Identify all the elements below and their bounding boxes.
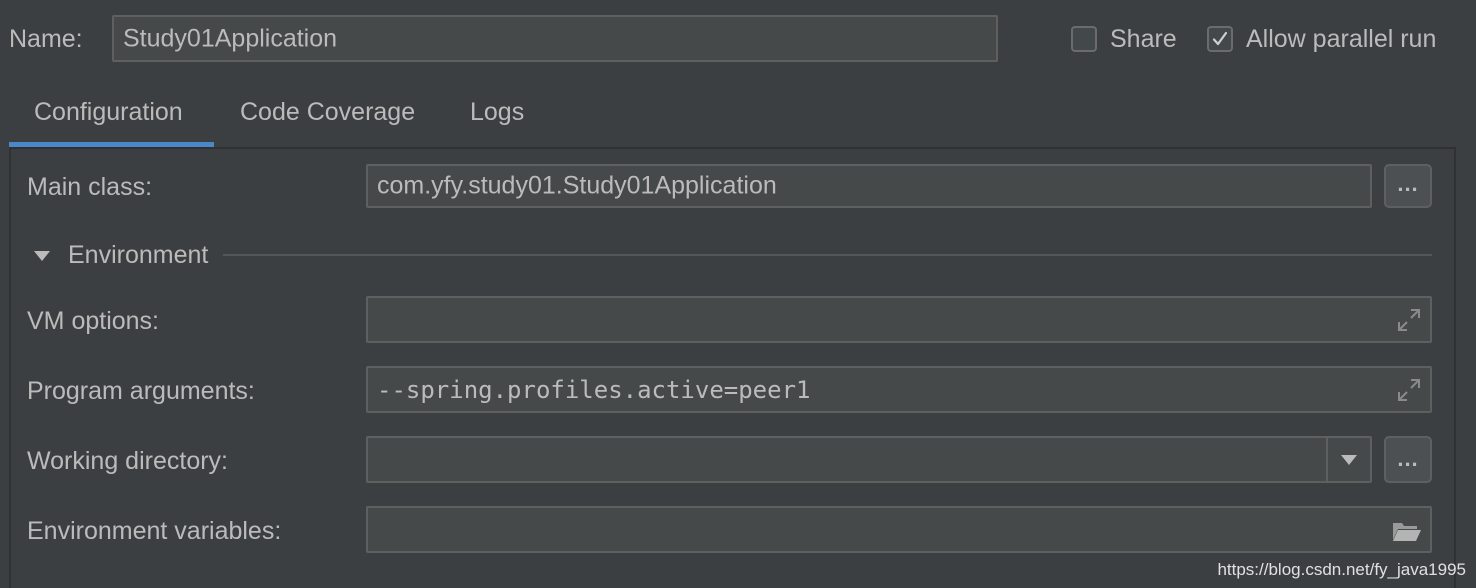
folder-icon[interactable] (1392, 520, 1422, 542)
program-arguments-label: Program arguments: (27, 377, 255, 405)
combobox-divider (1326, 438, 1328, 481)
tab-logs[interactable]: Logs (470, 98, 524, 127)
collapse-triangle-icon[interactable] (33, 250, 51, 262)
environment-section-title[interactable]: Environment (68, 241, 208, 270)
environment-variables-label: Environment variables: (27, 517, 282, 545)
expand-icon[interactable] (1395, 376, 1423, 404)
vm-options-input[interactable] (366, 296, 1432, 343)
checkmark-icon (1212, 31, 1228, 46)
share-checkbox[interactable] (1071, 26, 1097, 52)
allow-parallel-run-checkbox[interactable] (1207, 26, 1233, 52)
vm-options-label: VM options: (27, 307, 160, 335)
section-divider (223, 254, 1432, 256)
chevron-down-icon[interactable] (1340, 454, 1358, 466)
name-input[interactable]: Study01Application (112, 15, 998, 62)
main-class-input[interactable]: com.yfy.study01.Study01Application (366, 164, 1372, 208)
allow-parallel-run-label[interactable]: Allow parallel run (1246, 25, 1436, 54)
name-input-value: Study01Application (123, 24, 338, 52)
name-label: Name: (9, 25, 83, 53)
working-directory-browse-button[interactable]: ... (1384, 436, 1432, 483)
program-arguments-value: --spring.profiles.active=peer1 (377, 375, 811, 404)
main-class-value: com.yfy.study01.Study01Application (377, 171, 777, 200)
tab-code-coverage[interactable]: Code Coverage (240, 98, 415, 127)
tab-configuration[interactable]: Configuration (34, 98, 183, 127)
working-directory-combobox[interactable] (366, 436, 1372, 483)
main-class-label: Main class: (27, 173, 153, 201)
expand-icon[interactable] (1395, 306, 1423, 334)
share-label[interactable]: Share (1110, 25, 1177, 54)
environment-variables-input[interactable] (366, 506, 1432, 553)
main-class-browse-button[interactable]: ... (1384, 164, 1432, 208)
working-directory-label: Working directory: (27, 447, 228, 475)
watermark-text: https://blog.csdn.net/fy_java1995 (1217, 560, 1466, 579)
program-arguments-input[interactable]: --spring.profiles.active=peer1 (366, 366, 1432, 413)
